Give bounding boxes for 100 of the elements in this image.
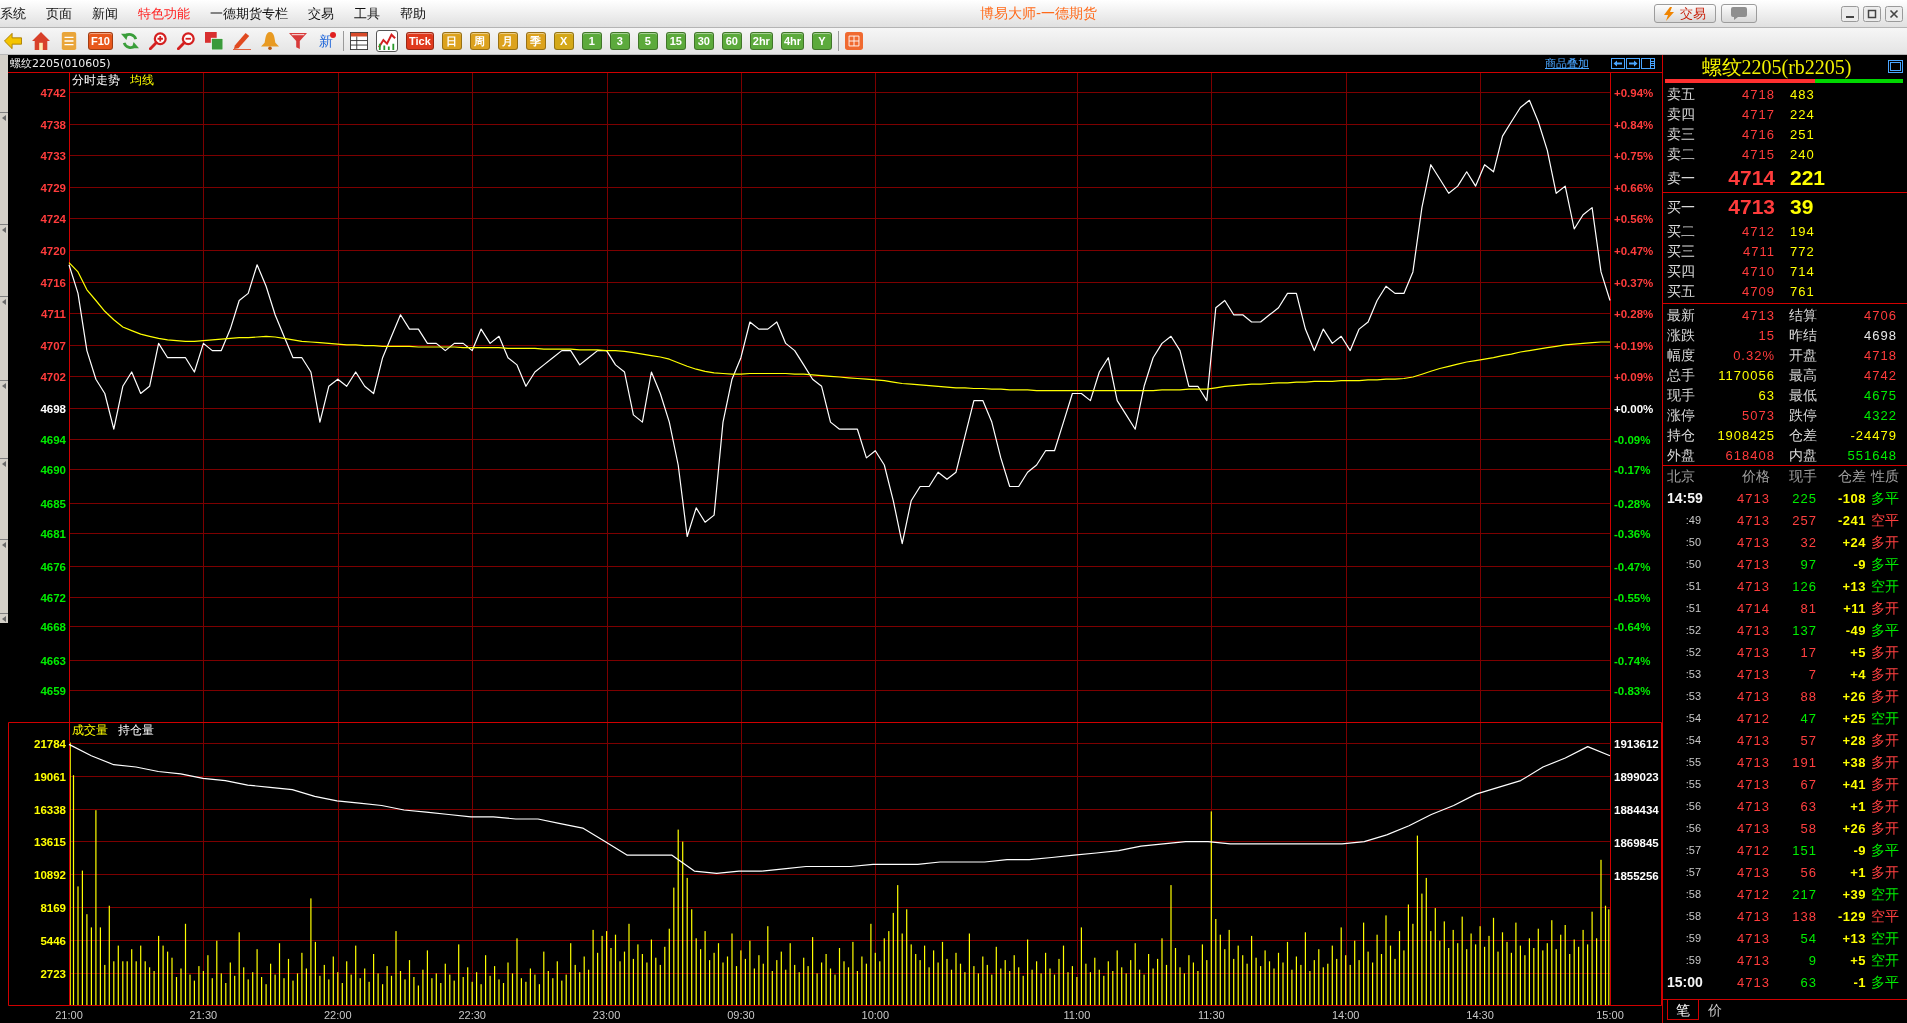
time-axis-label: 11:30 (1197, 1009, 1225, 1021)
trade-volume: 257 (1791, 512, 1817, 528)
trade-volume: 151 (1791, 842, 1817, 858)
axis-label: 13615 (34, 835, 66, 848)
order-level-label: 买五 (1667, 282, 1696, 300)
trade-time: :52 (1684, 646, 1702, 658)
trade-time: :54 (1684, 712, 1702, 724)
trade-type: 空开 (1871, 709, 1899, 727)
window-title: 博易大师-一德期货 (980, 5, 1099, 22)
percent-axis-label: -0.83% (1614, 684, 1651, 697)
instrument-code: 螺纹2205(010605) (10, 56, 111, 71)
trade-price: 4713 (1736, 688, 1770, 704)
order-level-label: 卖一 (1667, 169, 1696, 187)
quote-field-value: 4322 (1863, 407, 1897, 423)
time-axis-label: 22:30 (458, 1009, 486, 1021)
percent-axis-label: +0.66% (1614, 181, 1654, 194)
trade-volume: 47 (1799, 710, 1817, 726)
trade-volume: 63 (1799, 798, 1817, 814)
time-axis-label: 21:30 (189, 1009, 218, 1021)
quote-field-label: 现手 (1667, 386, 1696, 404)
axis-label: 4668 (40, 620, 66, 633)
axis-label: 4659 (40, 684, 66, 697)
trade-volume: 58 (1799, 820, 1817, 836)
order-price: 4712 (1741, 223, 1775, 239)
time-axis-label: 10:00 (861, 1009, 890, 1021)
trade-type: 多平 (1871, 555, 1899, 573)
open-interest-change: +25 (1841, 710, 1866, 726)
order-price: 4718 (1741, 86, 1775, 102)
quote-field-label: 涨停 (1667, 406, 1696, 424)
open-interest-change: +4 (1849, 666, 1866, 682)
axis-label: 4685 (40, 497, 66, 510)
trade-type: 多平 (1871, 973, 1899, 991)
trade-time: :53 (1684, 690, 1702, 702)
trade-volume: 81 (1799, 600, 1817, 616)
trade-volume: 88 (1799, 688, 1817, 704)
trade-time: :54 (1684, 734, 1702, 746)
open-interest-change: +41 (1841, 776, 1866, 792)
time-axis-label: 15:00 (1596, 1009, 1624, 1021)
order-price: 4713 (1727, 195, 1775, 219)
quote-field-label: 最新 (1667, 306, 1696, 324)
order-level-label: 卖四 (1667, 105, 1696, 123)
axis-label: 21784 (34, 737, 66, 750)
axis-label: 4711 (41, 307, 66, 320)
axis-label: 4707 (40, 339, 66, 352)
axis-label: 16338 (34, 803, 66, 816)
trade-type: 多平 (1871, 841, 1899, 859)
trade-price: 4713 (1736, 732, 1770, 748)
quote-field-label: 内盘 (1789, 446, 1818, 464)
order-price: 4715 (1741, 146, 1775, 162)
legend-label: 均线 (130, 74, 154, 88)
order-volume: 772 (1790, 243, 1815, 259)
time-axis-label: 22:00 (324, 1009, 352, 1021)
axis-label: 1899023 (1614, 770, 1659, 783)
quote-field-value: 551648 (1846, 447, 1897, 463)
trade-type: 空平 (1871, 907, 1899, 925)
order-price: 4711 (1742, 243, 1775, 259)
legend-label: 持仓量 (118, 724, 154, 738)
trade-type: 多平 (1871, 621, 1899, 639)
open-interest-change: +24 (1841, 534, 1866, 550)
order-volume: 761 (1790, 283, 1815, 299)
order-volume: 221 (1790, 166, 1826, 190)
order-volume: 483 (1790, 86, 1815, 102)
trade-price: 4712 (1736, 710, 1770, 726)
axis-label: 4698 (40, 402, 66, 415)
trade-time: 15:00 (1666, 974, 1703, 990)
trade-time: :51 (1684, 602, 1702, 614)
open-interest-change: +13 (1841, 578, 1866, 594)
quote-field-value: 4718 (1863, 347, 1897, 363)
axis-label: 4676 (40, 560, 66, 573)
open-interest-change: -241 (1836, 512, 1866, 528)
quote-field-value: 5073 (1741, 407, 1775, 423)
percent-axis-label: +0.75% (1614, 149, 1654, 162)
trade-time: :55 (1684, 778, 1702, 790)
trade-price: 4713 (1736, 490, 1770, 506)
column-header: 价格 (1741, 468, 1770, 485)
trade-volume: 137 (1791, 622, 1817, 638)
legend-label: 成交量 (72, 724, 108, 738)
percent-axis-label: -0.09% (1614, 433, 1651, 446)
trade-time: :55 (1684, 756, 1702, 768)
percent-axis-label: -0.36% (1614, 527, 1651, 540)
trade-volume: 126 (1791, 578, 1817, 594)
column-header: 性质 (1871, 468, 1899, 485)
open-interest-change: -1 (1852, 974, 1866, 990)
time-axis-label: 09:30 (727, 1009, 755, 1021)
column-header: 仓差 (1837, 468, 1866, 485)
axis-label: 4663 (40, 654, 66, 667)
instrument-title: 螺纹2205(rb2205) (1700, 56, 1853, 77)
trade-price: 4714 (1736, 600, 1770, 616)
axis-label: 4672 (40, 591, 66, 604)
quote-field-value: 1908425 (1716, 427, 1775, 443)
percent-axis-label: -0.17% (1614, 463, 1651, 476)
trade-type: 多开 (1871, 533, 1899, 551)
quote-field-label: 涨跌 (1667, 326, 1696, 344)
trade-time: :59 (1684, 954, 1702, 966)
trade-volume: 7 (1807, 666, 1817, 682)
trade-price: 4713 (1736, 666, 1770, 682)
axis-label: 4690 (40, 463, 66, 476)
trade-volume: 63 (1799, 974, 1817, 990)
trade-volume: 67 (1799, 776, 1817, 792)
percent-axis-label: -0.55% (1614, 591, 1651, 604)
